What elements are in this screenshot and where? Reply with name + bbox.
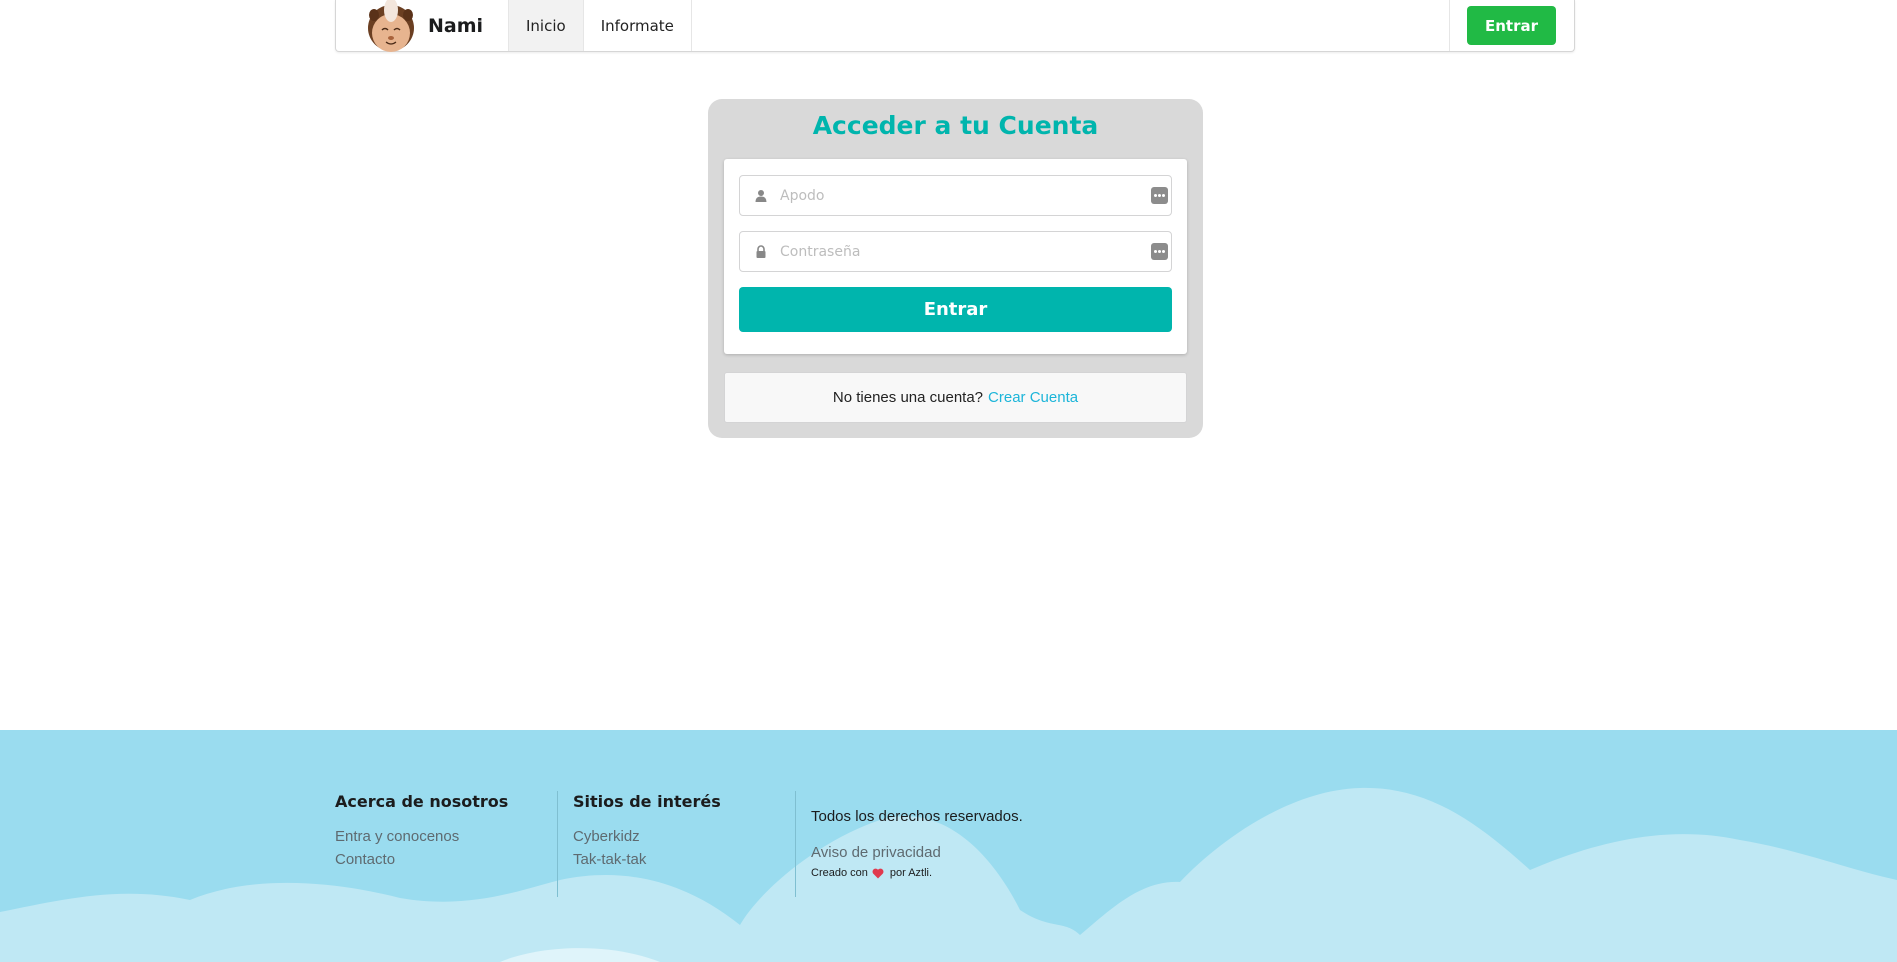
footer-legal-column: Todos los derechos reservados. Aviso de … [811, 808, 1023, 879]
signup-box: No tienes una cuenta? Crear Cuenta [724, 372, 1187, 423]
footer-sites-column: Sitios de interés Cyberkidz Tak-tak-tak [573, 792, 721, 871]
footer-sites-heading: Sitios de interés [573, 792, 721, 811]
login-title: Acceder a tu Cuenta [812, 111, 1099, 140]
brand-name: Nami [428, 14, 484, 37]
privacy-link[interactable]: Aviso de privacidad [811, 841, 1023, 864]
top-navbar: Nami Inicio Informate Entrar [335, 0, 1575, 52]
nav-right-section: Entrar [1449, 0, 1574, 51]
create-account-link[interactable]: Crear Cuenta [988, 389, 1078, 406]
credits-prefix: Creado con [811, 867, 868, 879]
username-input[interactable] [780, 176, 1140, 215]
heart-icon [872, 868, 884, 878]
username-field[interactable] [739, 175, 1172, 216]
password-manager-icon[interactable] [1151, 243, 1168, 260]
signup-prompt: No tienes una cuenta? [832, 389, 984, 406]
footer-divider [557, 791, 558, 897]
lock-icon [756, 245, 766, 258]
nav-item-inicio[interactable]: Inicio [508, 0, 583, 51]
login-form: Entrar [724, 159, 1187, 354]
nav-login-button[interactable]: Entrar [1467, 6, 1556, 45]
footer-link-contacto[interactable]: Contacto [335, 848, 508, 871]
login-card: Acceder a tu Cuenta Entrar No tienes una… [708, 99, 1203, 438]
credits-suffix: por Aztli. [889, 867, 933, 879]
credits-line: Creado con por Aztli. [811, 867, 1023, 879]
guinea-pig-logo-icon [368, 0, 414, 52]
login-submit-button[interactable]: Entrar [739, 287, 1172, 332]
rights-text: Todos los derechos reservados. [811, 808, 1023, 825]
password-input[interactable] [780, 232, 1140, 271]
footer-about-column: Acerca de nosotros Entra y conocenos Con… [335, 792, 508, 871]
nav-item-informate[interactable]: Informate [582, 0, 692, 51]
footer-link-conocenos[interactable]: Entra y conocenos [335, 825, 508, 848]
footer-divider [795, 791, 796, 897]
brand-home-link[interactable]: Nami [336, 0, 508, 52]
password-manager-icon[interactable] [1151, 187, 1168, 204]
footer-link-taktaktak[interactable]: Tak-tak-tak [573, 848, 721, 871]
footer-about-heading: Acerca de nosotros [335, 792, 509, 811]
footer-link-cyberkidz[interactable]: Cyberkidz [573, 825, 721, 848]
password-field[interactable] [739, 231, 1172, 272]
footer: Acerca de nosotros Entra y conocenos Con… [0, 730, 1897, 962]
user-icon [755, 190, 767, 202]
